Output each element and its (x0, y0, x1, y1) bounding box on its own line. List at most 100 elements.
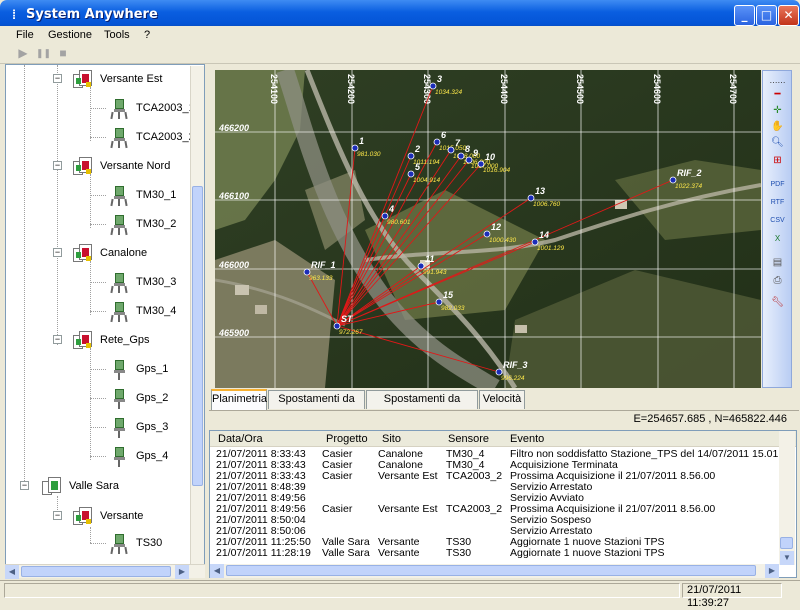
total-station-icon (108, 271, 130, 294)
scroll-left-arrow[interactable]: ◀ (5, 565, 19, 579)
x-tick-label: 254200 (346, 74, 356, 104)
tree-label: TM30_3 (136, 276, 177, 288)
total-station-icon (108, 213, 130, 236)
group-icon (72, 329, 94, 351)
scroll-left-arrow[interactable]: ◀ (210, 564, 224, 578)
scroll-thumb[interactable] (21, 566, 171, 577)
tree-horizontal-scrollbar[interactable]: ◀ ▶ (5, 564, 205, 579)
point-name-label: 4 (388, 204, 394, 214)
tree-sensor-tca2003-1[interactable]: TCA2003_1 (108, 97, 195, 120)
tree-label: Versante Nord (100, 160, 171, 172)
tab-planimetria[interactable]: Planimetria (211, 389, 267, 410)
pan-icon[interactable]: ━ (769, 87, 786, 102)
stop-icon[interactable]: ■ (56, 46, 70, 60)
tree-group-versante[interactable]: Versante (72, 505, 143, 527)
scroll-down-arrow[interactable]: ▼ (780, 551, 794, 565)
collapse-toggle[interactable]: − (53, 511, 62, 520)
map-view[interactable]: 254100 254200 254300 254400 254500 254600 2547… (215, 70, 761, 388)
scroll-thumb[interactable] (226, 565, 756, 576)
aerial-map[interactable]: 254100 254200 254300 254400 254500 254600 2547… (215, 70, 761, 388)
tree-sensor-tm30-2[interactable]: TM30_2 (108, 213, 176, 236)
settings-icon[interactable]: 🔧︎ (769, 295, 786, 310)
point-value-label: 1001.129 (537, 245, 564, 252)
tree-vertical-scrollbar[interactable] (190, 66, 204, 564)
x-tick-label: 254300 (422, 74, 432, 104)
tab-spostamenti-da-zero[interactable]: Spostamenti da Zero (268, 390, 365, 422)
point-name-label: 8 (465, 144, 470, 154)
tree-group-versante-est[interactable]: Versante Est (72, 68, 162, 90)
move-icon[interactable]: ✛ (769, 103, 786, 118)
scroll-thumb[interactable] (192, 186, 203, 486)
tree-site-valle-sara[interactable]: Valle Sara (41, 475, 119, 497)
tree-sensor-tm30-1[interactable]: TM30_1 (108, 184, 176, 207)
play-icon[interactable]: ▶ (16, 46, 30, 60)
tree-sensor-gps-3[interactable]: Gps_3 (108, 416, 168, 438)
close-button[interactable]: ✕ (778, 5, 799, 26)
export-rtf-icon[interactable]: RTF (769, 195, 786, 210)
log-row[interactable]: 21/07/2011 11:28:19 Valle Sara Versante TS3… (210, 548, 780, 559)
export-xls-icon[interactable]: X (769, 231, 786, 246)
tree-label: TCA2003_1 (136, 102, 195, 114)
tree-label: Canalone (100, 247, 148, 259)
point-value-label: 991.943 (423, 269, 447, 276)
zoom-icon[interactable]: 🔍︎ (769, 135, 786, 150)
tree-sensor-gps-4[interactable]: Gps_4 (108, 445, 168, 467)
log-cell: Versante Est (378, 503, 438, 515)
menu-help[interactable]: ? (144, 29, 150, 41)
tree-sensor-ts30[interactable]: TS30 (108, 532, 162, 555)
event-log: Data/Ora Progetto Sito Sensore Evento 21… (209, 430, 797, 578)
document-icon[interactable]: ▤ (769, 255, 786, 270)
collapse-toggle[interactable]: − (53, 335, 62, 344)
tab-spostamenti-da-modello[interactable]: Spostamenti da Modello (366, 390, 478, 422)
group-icon (72, 155, 94, 177)
point-value-label: 972.267 (339, 329, 363, 336)
log-vertical-scrollbar[interactable]: ▼ (779, 431, 795, 565)
tree-sensor-tca2003-2[interactable]: TCA2003_2 (108, 126, 195, 149)
hand-icon[interactable]: ✋ (769, 119, 786, 134)
group-icon (72, 68, 94, 90)
tree-group-canalone[interactable]: Canalone (72, 242, 147, 264)
menu-file[interactable]: File (16, 29, 34, 41)
collapse-toggle[interactable]: − (53, 248, 62, 257)
x-tick-label: 254400 (499, 74, 509, 104)
point-value-label: 1000.430 (489, 237, 516, 244)
menu-tools[interactable]: Tools (104, 29, 130, 41)
total-station-icon (108, 126, 130, 149)
pause-icon[interactable]: ❚❚ (36, 46, 51, 60)
point-name-label: RIF_1 (311, 260, 336, 270)
export-pdf-icon[interactable]: PDF (769, 177, 786, 192)
tree-sensor-tm30-4[interactable]: TM30_4 (108, 300, 176, 323)
col-data-ora[interactable]: Data/Ora (218, 433, 263, 445)
coordinate-bar: E=254657.685 , N=465822.446 (209, 410, 799, 428)
scroll-thumb[interactable] (780, 537, 793, 549)
tree-sensor-gps-2[interactable]: Gps_2 (108, 387, 168, 409)
collapse-toggle[interactable]: − (53, 161, 62, 170)
log-cell: Aggiornate 1 nuove Stazioni TPS (510, 547, 665, 559)
tree-sensor-tm30-3[interactable]: TM30_3 (108, 271, 177, 294)
col-progetto[interactable]: Progetto (326, 433, 368, 445)
col-sito[interactable]: Sito (382, 433, 401, 445)
col-sensore[interactable]: Sensore (448, 433, 489, 445)
tree-label: Versante Est (100, 73, 163, 85)
minimize-button[interactable]: _ (734, 5, 755, 26)
print-icon[interactable]: ⎙ (769, 273, 786, 288)
tree-sensor-gps-1[interactable]: Gps_1 (108, 358, 168, 380)
point-name-label: RIF_3 (503, 360, 528, 370)
tree-group-versante-nord[interactable]: Versante Nord (72, 155, 170, 177)
tree-group-rete-gps[interactable]: Rete_Gps (72, 329, 150, 351)
collapse-toggle[interactable]: − (20, 481, 29, 490)
point-value-label: 980.601 (387, 219, 411, 226)
col-evento[interactable]: Evento (510, 433, 544, 445)
site-icon (41, 475, 63, 497)
export-csv-icon[interactable]: CSV (769, 213, 786, 228)
point-name-label: ST (341, 314, 354, 324)
log-horizontal-scrollbar[interactable]: ◀ ▶ (210, 564, 779, 578)
grid-icon[interactable]: ⊞ (769, 153, 786, 168)
menu-gestione[interactable]: Gestione (48, 29, 92, 41)
gps-antenna-icon (108, 416, 130, 438)
scroll-right-arrow[interactable]: ▶ (175, 565, 189, 579)
collapse-toggle[interactable]: − (53, 74, 62, 83)
maximize-button[interactable]: □ (756, 5, 777, 26)
tab-velocita[interactable]: Velocità (479, 390, 525, 409)
scroll-right-arrow[interactable]: ▶ (765, 564, 779, 578)
